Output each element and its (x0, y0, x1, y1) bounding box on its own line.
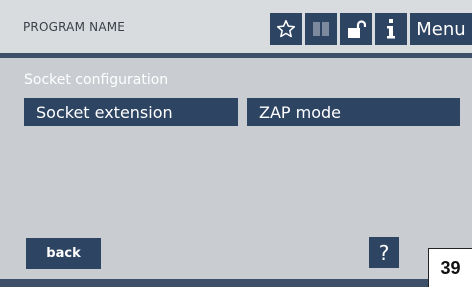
manual-button[interactable] (305, 13, 337, 45)
info-button[interactable] (375, 13, 407, 45)
screen: PROGRAM NAME Menu Socket configuration S… (0, 0, 472, 287)
book-icon (313, 22, 329, 36)
lock-button[interactable] (340, 13, 372, 45)
program-name: PROGRAM NAME (23, 20, 126, 34)
footer-divider (0, 279, 472, 287)
back-button[interactable]: back (26, 238, 101, 269)
menu-button[interactable]: Menu (410, 13, 472, 45)
help-button[interactable]: ? (369, 237, 399, 268)
header-bar: PROGRAM NAME Menu (0, 0, 472, 56)
section-title: Socket configuration (24, 72, 169, 88)
zap-mode-button[interactable]: ZAP mode (247, 98, 460, 126)
page-number: 39 (428, 248, 472, 287)
favorite-button[interactable] (270, 13, 302, 45)
info-icon (387, 19, 395, 39)
star-icon (276, 19, 296, 38)
header-divider (0, 53, 472, 58)
unlock-icon (348, 20, 366, 38)
socket-extension-button[interactable]: Socket extension (24, 98, 238, 126)
